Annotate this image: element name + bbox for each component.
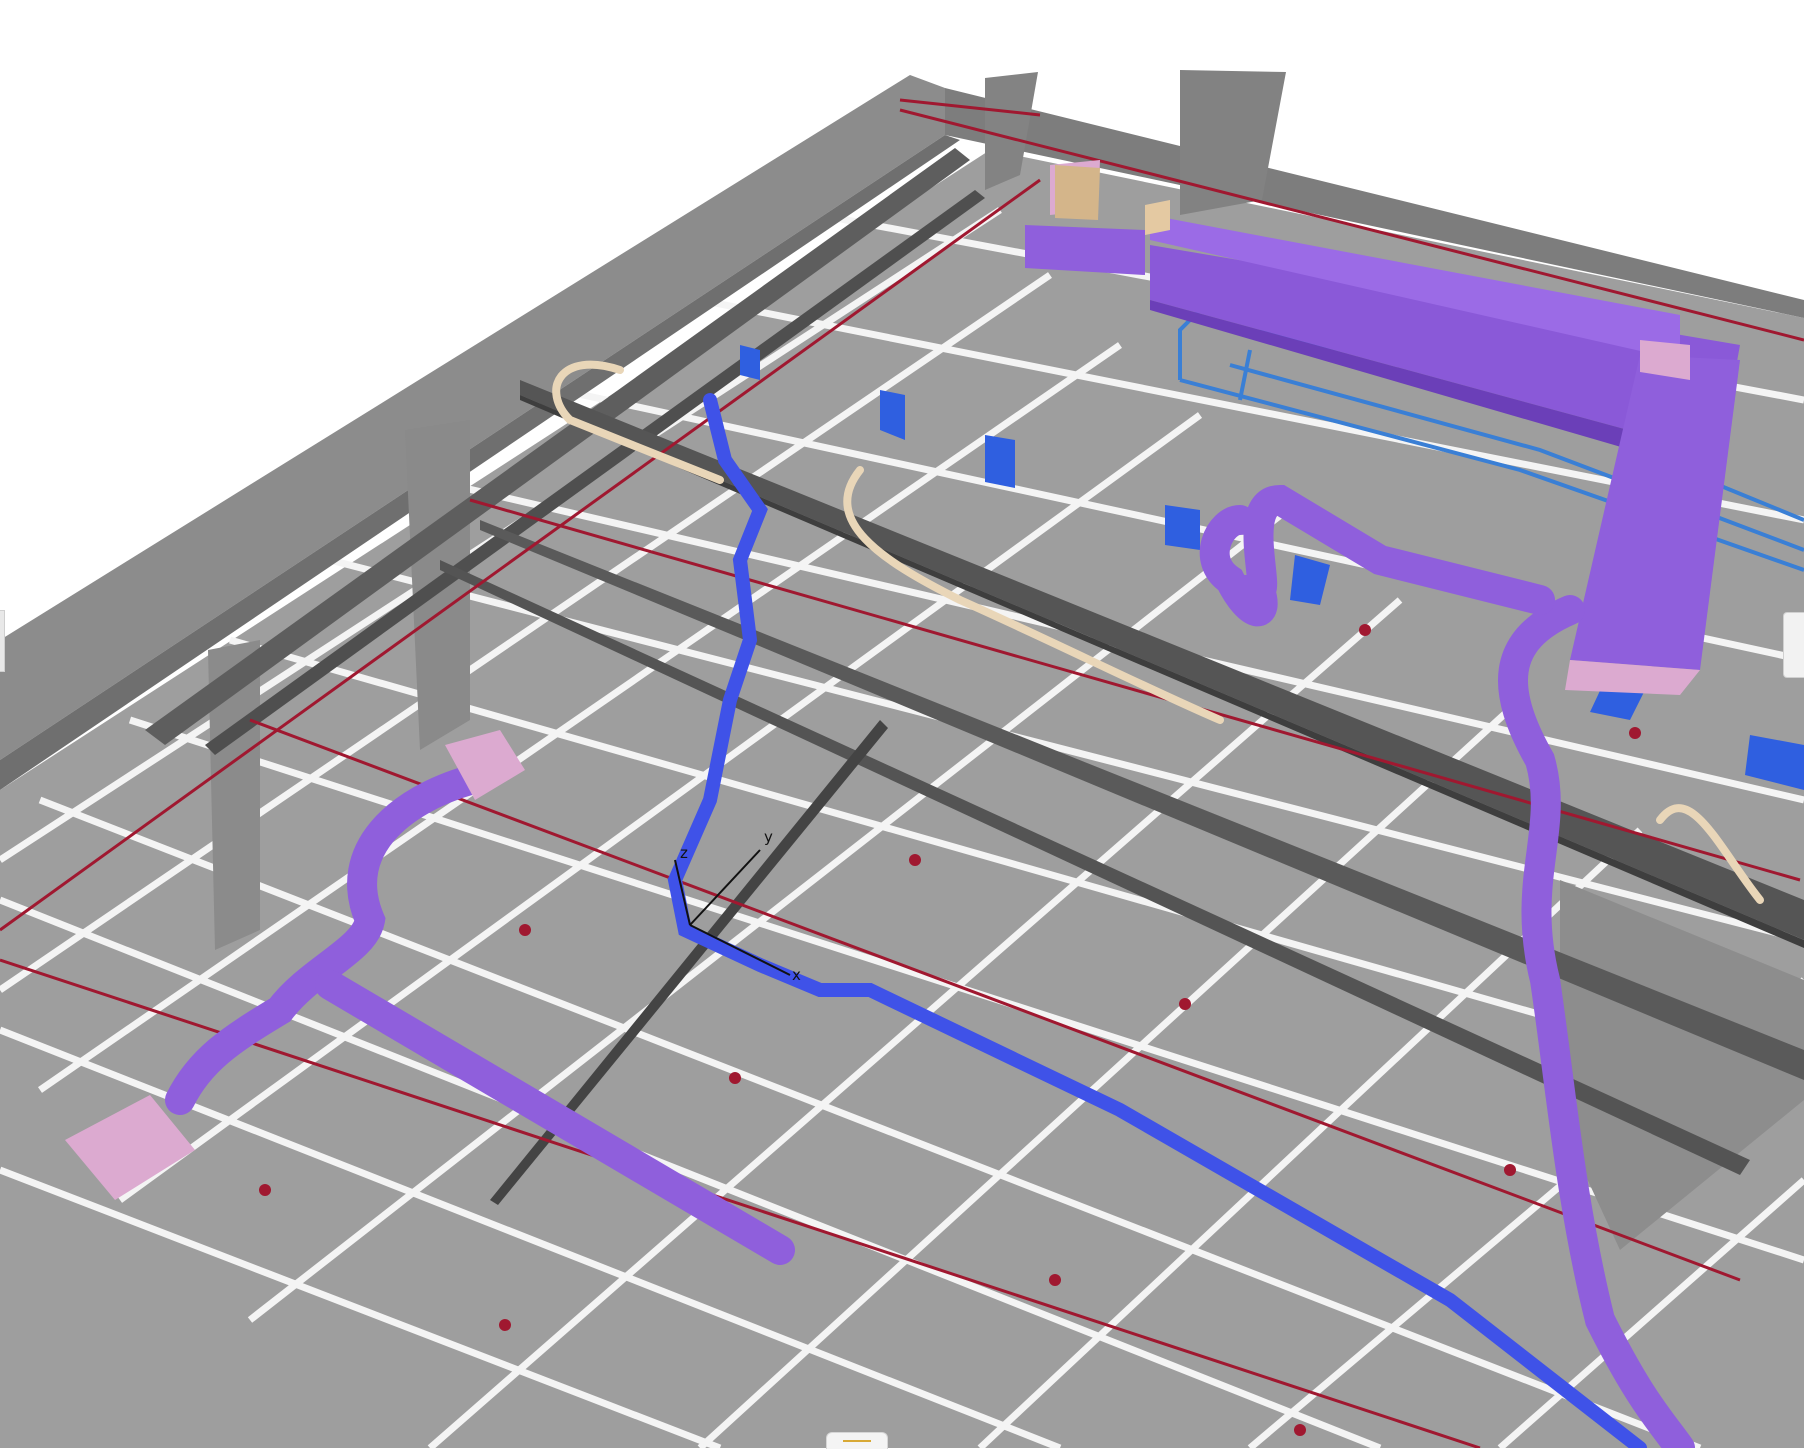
panel-collapse-icon[interactable] [0,610,5,672]
bim-model-scene[interactable]: z y x [0,0,1804,1448]
axis-label-z: z [680,844,688,862]
panel-expand-icon[interactable] [1783,612,1804,678]
drawer-handle-icon[interactable] [826,1432,888,1449]
axis-label-x: x [792,966,801,984]
axis-label-y: y [764,828,773,846]
3d-viewport[interactable]: z y x [0,0,1804,1449]
